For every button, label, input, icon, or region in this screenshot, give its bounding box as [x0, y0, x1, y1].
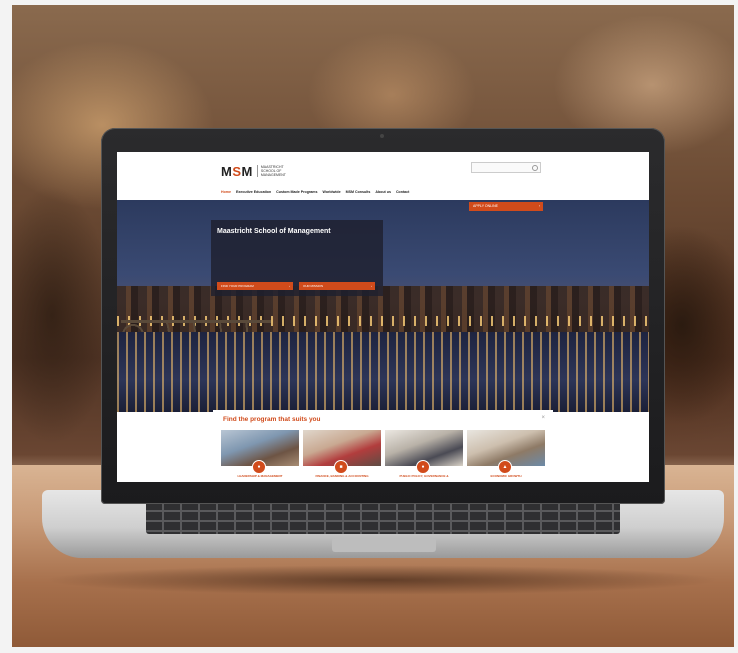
logo-text: Maastricht School of Management [256, 165, 295, 177]
person-icon: ● [416, 460, 430, 474]
program-card-leadership[interactable]: ● LEADERSHIP & MANAGEMENT [221, 430, 299, 480]
program-card-economic-growth[interactable]: ▲ ECONOMIC GROWTH [467, 430, 545, 480]
laptop-lid: MSM Maastricht School of Management Home… [101, 128, 665, 504]
nav-item-msm-consults[interactable]: MSM Consults [346, 190, 371, 194]
search-input[interactable] [471, 162, 541, 173]
program-finder: Find the program that suits you × ● LEAD… [213, 410, 553, 482]
finder-title: Find the program that suits you [223, 416, 321, 423]
find-program-button[interactable]: FIND YOUR PROGRAM › [217, 282, 293, 290]
nav-item-contact[interactable]: Contact [396, 190, 409, 194]
program-card-label: FINANCE, BANKING & ACCOUNTING [315, 474, 369, 478]
apply-online-label: APPLY ONLINE [473, 204, 498, 208]
chevron-right-icon: › [371, 284, 372, 288]
nav-item-custom-made-programs[interactable]: Custom Made Programs [276, 190, 317, 194]
close-icon[interactable]: × [541, 415, 545, 421]
person-icon: ● [252, 460, 266, 474]
chevron-right-icon: › [538, 204, 540, 208]
hero-text-box: Maastricht School of Management FIND YOU… [211, 220, 383, 296]
hero-title: Maastricht School of Management [217, 228, 331, 235]
laptop-screen: MSM Maastricht School of Management Home… [117, 152, 649, 482]
thumbs-up-icon: ▲ [498, 460, 512, 474]
find-program-label: FIND YOUR PROGRAM [221, 284, 254, 288]
nav-item-executive-education[interactable]: Executive Education [236, 190, 271, 194]
program-card-label: ECONOMIC GROWTH [490, 474, 522, 478]
site-logo[interactable]: MSM Maastricht School of Management [221, 162, 295, 180]
our-mission-label: OUR MISSION [303, 284, 324, 288]
webcam-icon [380, 134, 384, 138]
program-cards: ● LEADERSHIP & MANAGEMENT ■ FINANCE, BAN… [221, 430, 545, 480]
keyboard [146, 500, 620, 534]
main-nav: Home Executive Education Custom Made Pro… [221, 190, 409, 194]
our-mission-button[interactable]: OUR MISSION › [299, 282, 375, 290]
laptop-shadow [42, 565, 722, 595]
site-header: MSM Maastricht School of Management Home… [117, 152, 649, 200]
nav-item-worldwide[interactable]: Worldwide [323, 190, 341, 194]
trackpad [332, 538, 436, 552]
chevron-right-icon: › [289, 284, 290, 288]
nav-item-about-us[interactable]: About us [375, 190, 391, 194]
briefcase-icon: ■ [334, 460, 348, 474]
background-blur [12, 185, 112, 445]
logo-mark: MSM [221, 163, 253, 179]
program-card-public-policy[interactable]: ● PUBLIC POLICY, GOVERNANCE & [385, 430, 463, 480]
program-card-label: PUBLIC POLICY, GOVERNANCE & [399, 474, 449, 478]
program-card-finance[interactable]: ■ FINANCE, BANKING & ACCOUNTING [303, 430, 381, 480]
nav-item-home[interactable]: Home [221, 190, 231, 194]
magnifier-icon[interactable] [532, 165, 538, 171]
hero-banner: Maastricht School of Management FIND YOU… [117, 200, 649, 412]
apply-online-button[interactable]: APPLY ONLINE › [469, 202, 543, 211]
river-reflection [117, 332, 649, 412]
program-card-label: LEADERSHIP & MANAGEMENT [237, 474, 283, 478]
